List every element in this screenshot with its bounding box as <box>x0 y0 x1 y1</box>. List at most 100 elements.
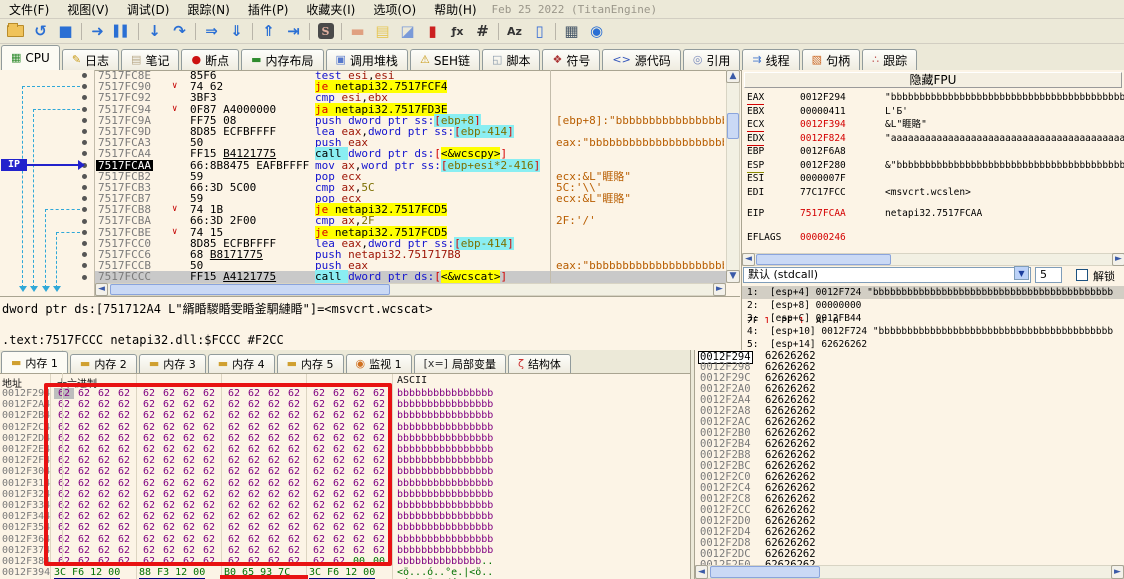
disassembly-vscrollbar[interactable] <box>726 70 740 283</box>
tab-调用堆栈[interactable]: ▣ 调用堆栈 <box>325 49 408 70</box>
run-to-user-code-button[interactable]: ⇥ <box>281 20 306 42</box>
stack-row[interactable]: 0012F2C4 62626262 <box>695 483 1124 494</box>
breakpoint-dot[interactable] <box>82 140 87 146</box>
scroll-right-button[interactable]: ► <box>1112 253 1124 266</box>
breakpoint-dot[interactable] <box>82 129 87 134</box>
register-row[interactable]: EIP 7517FCAA netapi32.7517FCAA <box>742 208 1124 220</box>
calculator-button[interactable]: ▦ <box>559 20 584 42</box>
scroll-right-button[interactable]: ► <box>713 283 726 296</box>
breakpoint-dot[interactable] <box>82 84 87 90</box>
scroll-right-button[interactable]: ► <box>1111 565 1124 579</box>
tab-CPU[interactable]: ▦ CPU <box>1 45 60 70</box>
call-argument-row[interactable]: 4: [esp+10] 0012F724 "bbbbbbbbbbbbbbbbbb… <box>742 325 1124 338</box>
stack-row[interactable]: 0012F2C0 62626262 <box>695 472 1124 483</box>
breakpoint-dot[interactable] <box>82 95 87 101</box>
tab-内存 3[interactable]: ▬ 内存 3 <box>138 354 206 373</box>
scroll-left-button[interactable]: ◄ <box>95 283 108 296</box>
step-down-button[interactable]: ⇓ <box>224 20 249 42</box>
patch-button[interactable]: ▬ <box>345 20 370 42</box>
stack-row[interactable]: 0012F2AC 62626262 <box>695 417 1124 428</box>
stack-row[interactable]: 0012F2DC 62626262 <box>695 549 1124 560</box>
open-file-button[interactable] <box>3 20 28 42</box>
breakpoint-dot[interactable] <box>82 173 87 179</box>
breakpoint-dot[interactable] <box>82 252 87 258</box>
register-row[interactable]: ESI 0000007F <box>742 173 1124 185</box>
stack-row[interactable]: 0012F2B8 62626262 <box>695 450 1124 461</box>
register-row[interactable]: EBP 0012F6A8 <box>742 146 1124 158</box>
pause-button[interactable]: ▌▌ <box>110 20 135 42</box>
scroll-left-button[interactable]: ◄ <box>742 253 755 266</box>
globe-button[interactable]: ◉ <box>584 20 609 42</box>
register-row[interactable]: EDX 0012F824 "aaaaaaaaaaaaaaaaaaaaaaaaaaaa… <box>742 133 1124 146</box>
restart-button[interactable]: ↺ <box>28 20 53 42</box>
call-argument-row[interactable]: 3: [esp+C] 0012FB44 <box>742 312 1124 325</box>
chevron-down-icon[interactable]: ▼ <box>1014 266 1029 280</box>
execute-till-return-button[interactable]: ⇑ <box>256 20 281 42</box>
tab-内存 1[interactable]: ▬ 内存 1 <box>1 351 68 373</box>
hash-button[interactable]: # <box>470 20 495 42</box>
scroll-down-button[interactable]: ▼ <box>726 270 740 283</box>
label-button[interactable]: ◪ <box>395 20 420 42</box>
stack-row[interactable]: 0012F294 62626262 <box>695 351 1124 364</box>
stack-row[interactable]: 0012F2A8 62626262 <box>695 406 1124 417</box>
breakpoint-dot[interactable] <box>82 218 87 224</box>
step-into-button[interactable]: ↓ <box>142 20 167 42</box>
breakpoint-dot[interactable] <box>82 241 87 246</box>
scroll-left-button[interactable]: ◄ <box>695 565 708 579</box>
stack-row[interactable]: 0012F29C 62626262 <box>695 373 1124 384</box>
az-button[interactable]: Az <box>502 20 527 42</box>
menu-item[interactable]: 视图(V) <box>58 0 118 19</box>
stack-row[interactable]: 0012F2C8 62626262 <box>695 494 1124 505</box>
registers-hscroll-thumb[interactable] <box>756 254 891 265</box>
menu-item[interactable]: 选项(O) <box>364 0 425 19</box>
stack-row[interactable]: 0012F2D4 62626262 <box>695 527 1124 538</box>
stack-hscroll-thumb[interactable] <box>710 566 820 578</box>
stack-row[interactable]: 0012F298 62626262 <box>695 362 1124 373</box>
stack-row[interactable]: 0012F2B4 62626262 <box>695 439 1124 450</box>
disasm-row[interactable]: 7517FCCC FF15 A4121775 call dword ptr ds:[… <box>95 270 726 283</box>
tab-结构体[interactable]: ζ 结构体 <box>507 354 571 373</box>
tab-引用[interactable]: ◎ 引用 <box>682 49 741 70</box>
breakpoint-dot[interactable] <box>82 207 87 213</box>
tab-线程[interactable]: ⇉ 线程 <box>742 49 800 70</box>
register-row[interactable]: EFLAGS 00000246 <box>742 232 1124 244</box>
tab-日志[interactable]: ✎ 日志 <box>61 49 120 70</box>
call-argument-row[interactable]: 2: [esp+8] 00000000 <box>742 299 1124 312</box>
register-row[interactable]: EBX 00000411 L'Б' <box>742 106 1124 118</box>
menu-item[interactable]: 调试(D) <box>118 0 179 19</box>
breakpoint-dot[interactable] <box>82 263 87 269</box>
stack-row[interactable]: 0012F2A4 62626262 <box>695 395 1124 406</box>
tab-跟踪[interactable]: ∴ 跟踪 <box>862 49 918 70</box>
breakpoint-dot[interactable] <box>82 106 87 112</box>
tab-内存 4[interactable]: ▬ 内存 4 <box>207 354 275 373</box>
tab-句柄[interactable]: ▧ 句柄 <box>801 49 861 70</box>
function-fx-button[interactable]: ƒx <box>445 20 470 42</box>
breakpoint-dot[interactable] <box>82 117 87 123</box>
tab-符号[interactable]: ❖ 符号 <box>542 49 601 70</box>
tab-内存 5[interactable]: ▬ 内存 5 <box>276 354 344 373</box>
seh-badge-button[interactable]: S <box>313 20 338 42</box>
breakpoint-dot[interactable] <box>82 185 87 190</box>
register-row[interactable]: EDI 77C17FCC <msvcrt.wcslen> <box>742 187 1124 199</box>
menu-item[interactable]: 文件(F) <box>0 0 58 19</box>
tab-SEH链[interactable]: ⚠ SEH链 <box>409 49 481 70</box>
register-row[interactable]: EAX 0012F294 "bbbbbbbbbbbbbbbbbbbbbbbbbbbb… <box>742 92 1124 105</box>
stack-row[interactable]: 0012F2D0 62626262 <box>695 516 1124 527</box>
menu-item[interactable]: 收藏夹(I) <box>297 0 364 19</box>
disassembly-hscroll-thumb[interactable] <box>110 284 390 295</box>
comment-button[interactable]: ▤ <box>370 20 395 42</box>
register-row[interactable]: ECX 0012F394 &L"睚賂" <box>742 119 1124 132</box>
tab-内存 2[interactable]: ▬ 内存 2 <box>69 354 137 373</box>
stop-button[interactable]: ■ <box>53 20 78 42</box>
tab-脚本[interactable]: ◱ 脚本 <box>482 49 541 70</box>
tab-局部变量[interactable]: [x=] 局部变量 <box>413 354 506 373</box>
register-row[interactable]: ESP 0012F280 &"bbbbbbbbbbbbbbbbbbbbbbbbbbb… <box>742 160 1124 173</box>
menu-item[interactable]: 插件(P) <box>239 0 298 19</box>
hide-fpu-button[interactable]: 隐藏FPU <box>744 72 1122 88</box>
calling-convention-select[interactable]: 默认 (stdcall) <box>743 267 1031 283</box>
stack-pane[interactable]: 0012F294 62626262 0012F298 62626262 0012F29C… <box>695 350 1124 565</box>
breakpoint-dot[interactable] <box>82 196 87 202</box>
tab-源代码[interactable]: <> 源代码 <box>602 49 681 70</box>
run-to-selection-button[interactable]: ⇒ <box>199 20 224 42</box>
unlock-checkbox[interactable] <box>1076 269 1088 281</box>
